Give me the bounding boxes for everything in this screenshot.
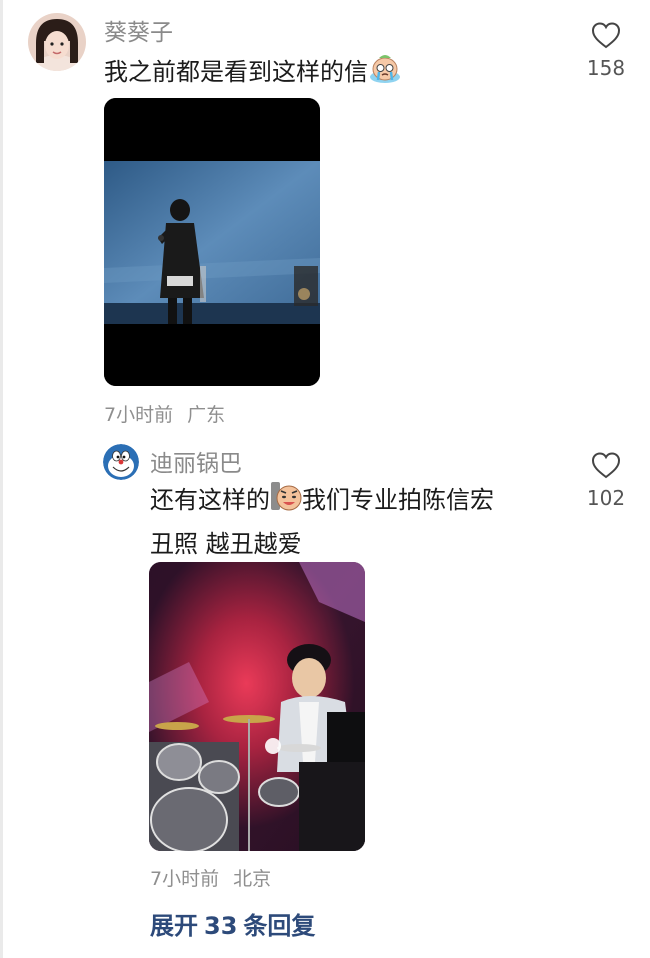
- comment-text-content: 我之前都是看到这样的信: [104, 58, 368, 86]
- username[interactable]: 葵葵子: [104, 13, 173, 47]
- comment-meta: 7小时前 广东: [104, 400, 225, 427]
- comment-item: 葵葵子 我之前都是看到这样的信 7小时前 广东 158: [0, 0, 650, 440]
- avatar[interactable]: [28, 13, 86, 71]
- laughing-face-emoji: [270, 480, 302, 524]
- like-button[interactable]: 158: [576, 20, 636, 80]
- comment-text: 还有这样的 我们专业拍陈信宏 丑照 越丑越爱: [150, 480, 494, 564]
- like-count: 158: [586, 56, 626, 80]
- crying-face-emoji: [368, 52, 402, 96]
- reply-item: 迪丽锅巴 还有这样的 我们专业拍陈信宏 丑照 越丑越爱 7小时前 北京 102: [0, 440, 650, 900]
- comment-text-line2: 丑照 越丑越爱: [150, 530, 302, 558]
- heart-outline-icon[interactable]: [590, 450, 622, 480]
- comment-text-line1b: 我们专业拍陈信宏: [302, 486, 494, 514]
- comment-photo[interactable]: [104, 98, 320, 386]
- comment-location: 广东: [187, 404, 226, 426]
- expand-prefix: 展开: [150, 912, 198, 940]
- comment-time: 7小时前: [104, 404, 174, 426]
- avatar[interactable]: [103, 444, 139, 480]
- expand-suffix: 条回复: [243, 912, 316, 940]
- comment-text-line1: 还有这样的: [150, 486, 270, 514]
- comment-location: 北京: [233, 868, 272, 890]
- expand-replies-button[interactable]: 展开 33 条回复: [150, 906, 315, 941]
- like-button[interactable]: 102: [576, 450, 636, 510]
- heart-outline-icon[interactable]: [590, 20, 622, 50]
- username[interactable]: 迪丽锅巴: [150, 444, 242, 478]
- comment-photo[interactable]: [149, 562, 365, 851]
- expand-count: 33: [204, 912, 238, 940]
- like-count: 102: [586, 486, 626, 510]
- comment-time: 7小时前: [150, 868, 220, 890]
- comment-meta: 7小时前 北京: [150, 864, 271, 891]
- comment-text: 我之前都是看到这样的信: [104, 52, 402, 96]
